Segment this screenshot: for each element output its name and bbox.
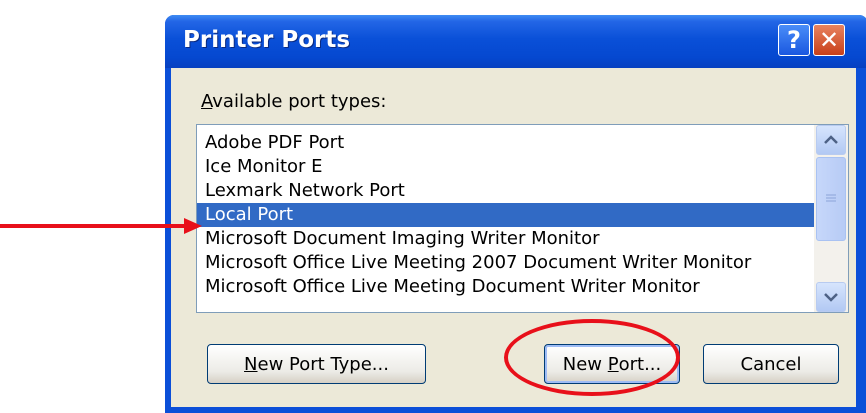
title-bar[interactable]: Printer Ports ? ✕: [165, 15, 866, 68]
list-item[interactable]: Ice Monitor E: [197, 155, 814, 179]
scroll-thumb-grip-icon: [826, 194, 836, 202]
help-button[interactable]: ?: [778, 24, 810, 56]
scroll-thumb[interactable]: [816, 157, 846, 241]
window-title: Printer Ports: [183, 27, 351, 53]
accesskey: N: [244, 353, 258, 375]
red-arrow-annotation: [0, 218, 202, 234]
label-accesskey: A: [201, 91, 213, 112]
port-types-list: Adobe PDF Port Ice Monitor E Lexmark Net…: [197, 131, 814, 299]
list-item[interactable]: Microsoft Office Live Meeting Document W…: [197, 275, 814, 299]
list-item[interactable]: Adobe PDF Port: [197, 131, 814, 155]
close-button[interactable]: ✕: [813, 24, 845, 56]
button-label: ew Port Type...: [257, 353, 389, 375]
list-item-selected[interactable]: Local Port: [197, 203, 814, 227]
list-item[interactable]: Microsoft Office Live Meeting 2007 Docum…: [197, 251, 814, 275]
help-icon: ?: [787, 26, 801, 54]
list-item[interactable]: Lexmark Network Port: [197, 179, 814, 203]
label-text: vailable port types:: [212, 91, 387, 112]
cancel-button[interactable]: Cancel: [703, 344, 839, 384]
new-port-type-button[interactable]: New Port Type...: [207, 344, 426, 384]
available-port-types-label: Available port types:: [201, 91, 386, 112]
port-types-listbox[interactable]: Adobe PDF Port Ice Monitor E Lexmark Net…: [196, 124, 849, 313]
scroll-up-arrow-icon: [824, 135, 838, 144]
scroll-up-button[interactable]: [816, 125, 846, 155]
red-circle-annotation: [504, 319, 680, 396]
vertical-scrollbar[interactable]: [814, 125, 848, 312]
close-icon: ✕: [818, 26, 840, 54]
scroll-down-arrow-icon: [824, 293, 838, 302]
scroll-down-button[interactable]: [816, 282, 846, 312]
list-item[interactable]: Microsoft Document Imaging Writer Monito…: [197, 227, 814, 251]
